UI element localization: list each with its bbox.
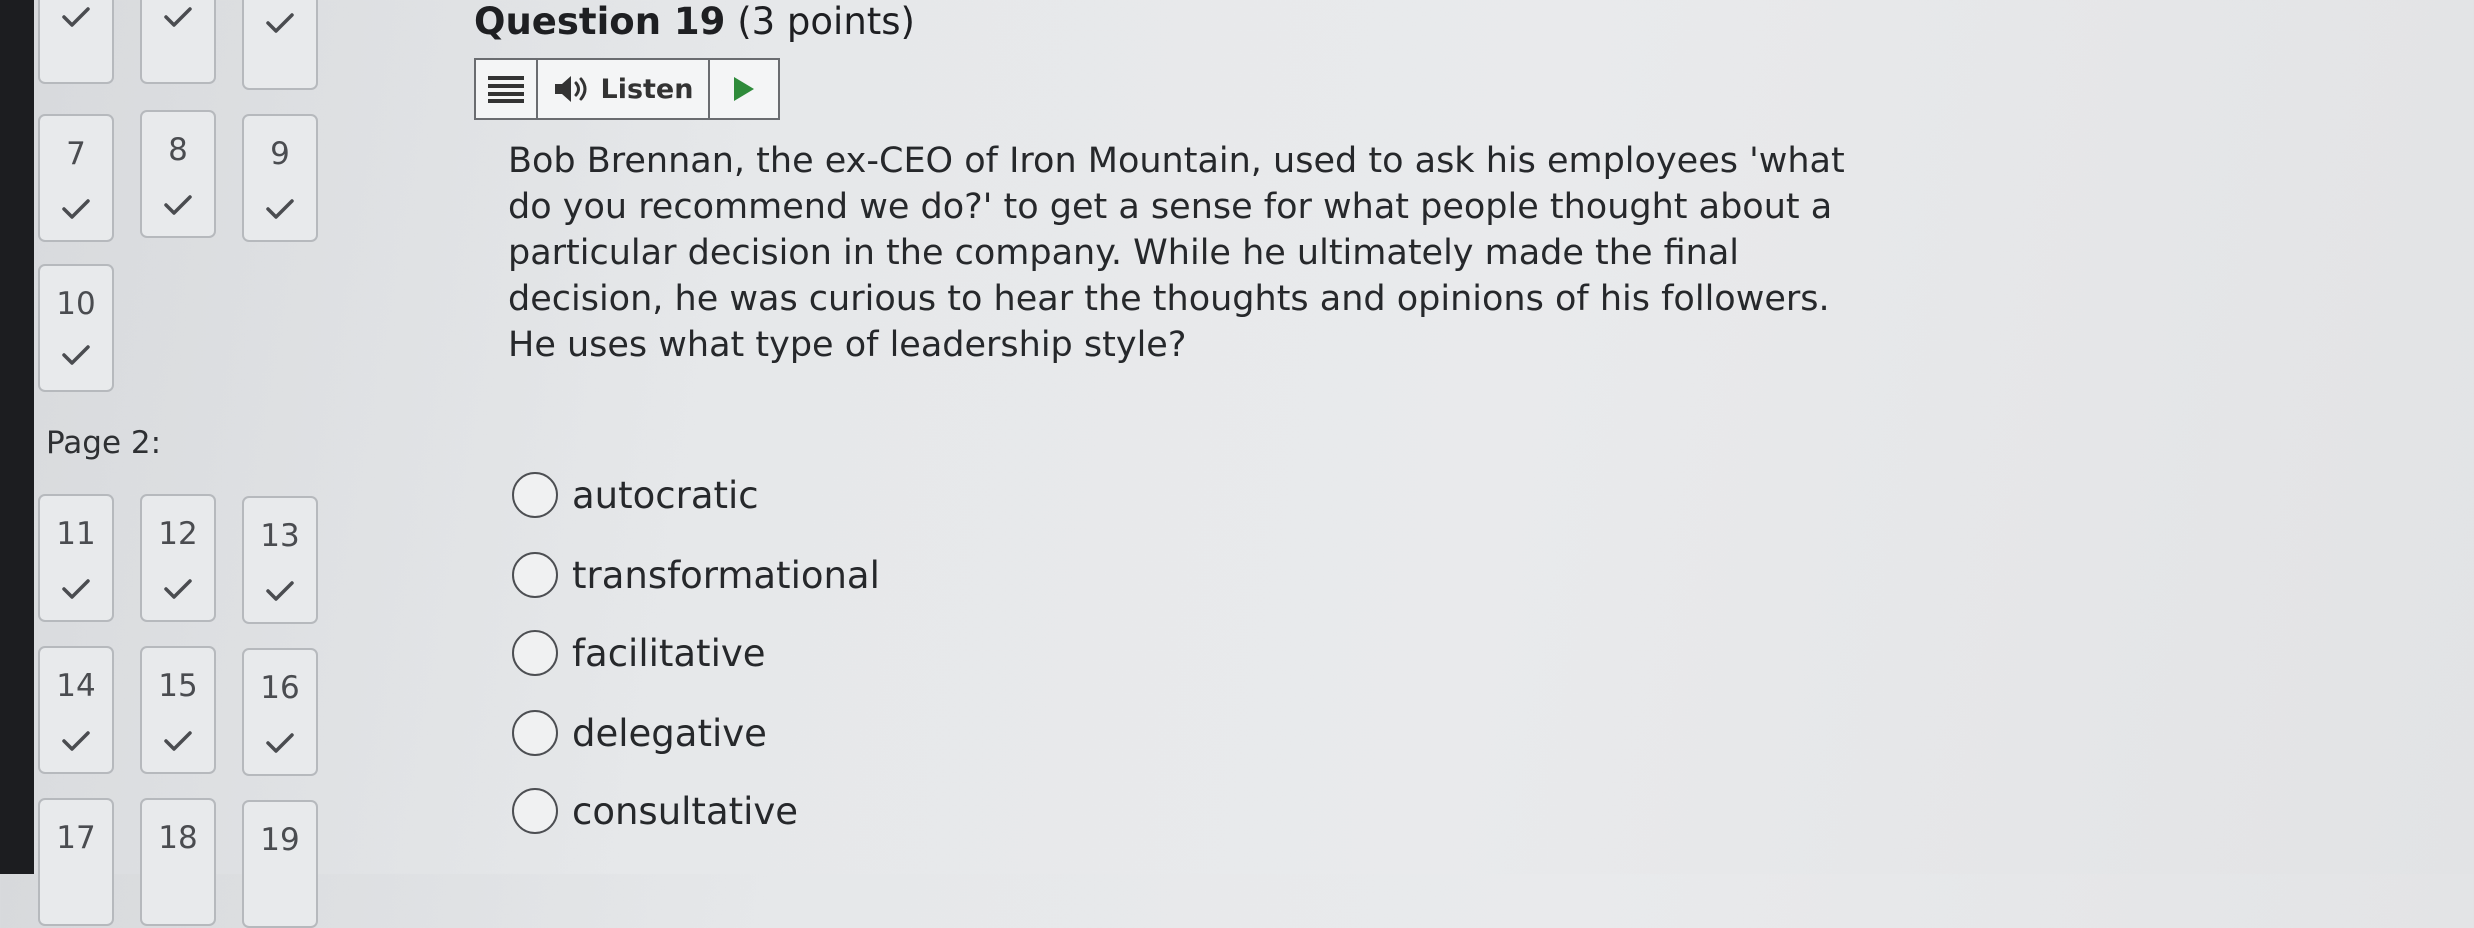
checkmark-icon (266, 199, 294, 219)
question-number: 7 (66, 136, 86, 172)
checkmark-icon (164, 579, 192, 599)
answer-option-facilitative[interactable]: facilitative (512, 630, 766, 676)
question-nav-item-18[interactable]: 18 (140, 798, 216, 926)
radio-button[interactable] (512, 710, 558, 756)
checkmark-icon (62, 731, 90, 751)
checkmark-icon (62, 199, 90, 219)
question-number: 8 (168, 132, 188, 168)
question-nav-item-19[interactable]: 19 (242, 800, 318, 928)
answer-label: facilitative (572, 631, 766, 675)
question-nav-item[interactable] (242, 0, 318, 90)
listen-menu-button[interactable] (476, 60, 538, 118)
answer-label: delegative (572, 711, 767, 755)
answer-option-delegative[interactable]: delegative (512, 710, 767, 756)
question-nav-item-10[interactable]: 10 (38, 264, 114, 392)
question-nav-item-12[interactable]: 12 (140, 494, 216, 622)
checkmark-icon (164, 195, 192, 215)
answer-option-transformational[interactable]: transformational (512, 552, 880, 598)
answer-option-autocratic[interactable]: autocratic (512, 472, 759, 518)
listen-toolbar: Listen (474, 58, 780, 120)
question-number: 16 (260, 670, 300, 706)
checkmark-icon (164, 731, 192, 751)
question-nav-item-8[interactable]: 8 (140, 110, 216, 238)
question-nav-item-16[interactable]: 16 (242, 648, 318, 776)
checkmark-icon (164, 7, 192, 27)
checkmark-icon (62, 579, 90, 599)
question-nav-item[interactable] (38, 0, 114, 84)
play-icon (734, 77, 754, 101)
radio-button[interactable] (512, 552, 558, 598)
question-number: 14 (56, 668, 96, 704)
play-button[interactable] (710, 60, 778, 118)
speaker-icon (554, 76, 586, 102)
page-2-label: Page 2: (46, 425, 162, 461)
question-navigator: 7 8 9 10 Page 2: 11 12 13 14 15 16 17 18… (34, 0, 364, 928)
question-number: 19 (260, 822, 300, 858)
question-number: 11 (56, 516, 96, 552)
question-nav-item-7[interactable]: 7 (38, 114, 114, 242)
listen-label: Listen (600, 73, 694, 105)
checkmark-icon (266, 733, 294, 753)
radio-button[interactable] (512, 630, 558, 676)
question-nav-item-13[interactable]: 13 (242, 496, 318, 624)
checkmark-icon (62, 345, 90, 365)
menu-icon (488, 76, 524, 103)
question-number: 18 (158, 820, 198, 856)
question-text: Bob Brennan, the ex-CEO of Iron Mountain… (508, 141, 1845, 365)
radio-button[interactable] (512, 788, 558, 834)
question-number: 13 (260, 518, 300, 554)
question-nav-item-15[interactable]: 15 (140, 646, 216, 774)
question-nav-item[interactable] (140, 0, 216, 84)
listen-button[interactable]: Listen (538, 60, 710, 118)
answer-label: transformational (572, 553, 880, 597)
question-number: 15 (158, 668, 198, 704)
question-number: 10 (56, 286, 96, 322)
answer-option-consultative[interactable]: consultative (512, 788, 798, 834)
question-title: Question 19 (474, 0, 726, 43)
question-nav-item-17[interactable]: 17 (38, 798, 114, 926)
checkmark-icon (266, 13, 294, 33)
question-number: 12 (158, 516, 198, 552)
checkmark-icon (266, 581, 294, 601)
checkmark-icon (62, 7, 90, 27)
radio-button[interactable] (512, 472, 558, 518)
question-heading: Question 19 (3 points) (474, 0, 915, 43)
left-dark-strip (0, 0, 34, 874)
answer-label: autocratic (572, 473, 759, 517)
question-nav-item-14[interactable]: 14 (38, 646, 114, 774)
question-nav-item-9[interactable]: 9 (242, 114, 318, 242)
answer-label: consultative (572, 789, 799, 833)
question-points: (3 points) (737, 0, 915, 43)
question-nav-item-11[interactable]: 11 (38, 494, 114, 622)
question-number: 17 (56, 820, 96, 856)
question-number: 9 (270, 136, 290, 172)
